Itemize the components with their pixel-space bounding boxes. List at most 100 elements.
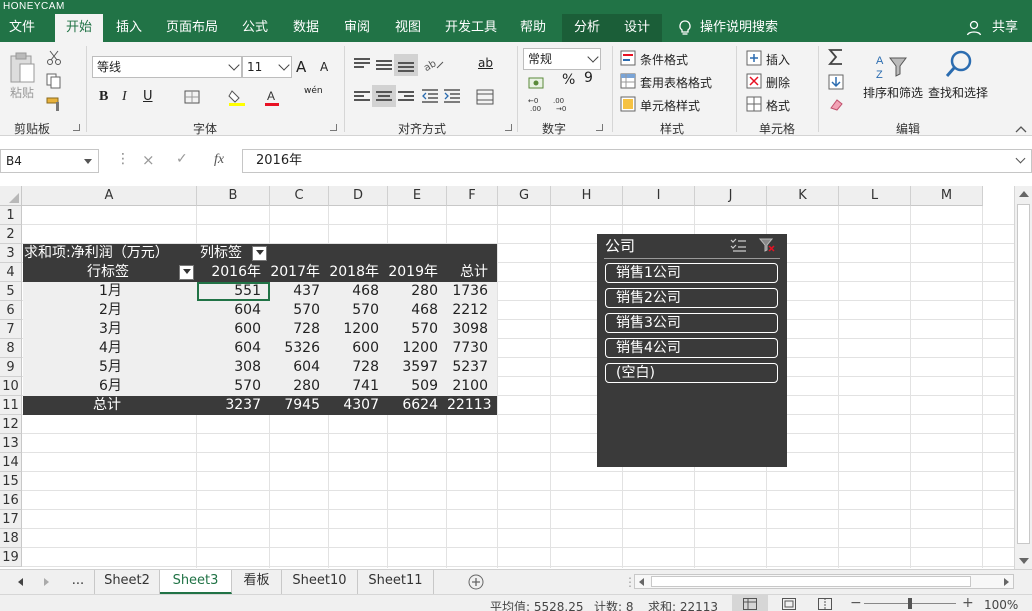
slicer-item[interactable]: 销售3公司 xyxy=(605,313,778,333)
sheet-tab-sheet10[interactable]: Sheet10 xyxy=(282,570,358,594)
pivot-value-cell[interactable]: 468 xyxy=(329,282,388,301)
row-header[interactable]: 10 xyxy=(0,377,22,396)
column-header[interactable]: F xyxy=(447,186,498,206)
number-format-combo[interactable]: 常规 xyxy=(523,48,601,70)
comma-button[interactable]: 9 xyxy=(584,70,593,86)
column-header[interactable]: H xyxy=(551,186,623,206)
phonetic-button[interactable]: wén xyxy=(304,86,323,96)
number-launcher-icon[interactable] xyxy=(596,124,603,131)
pivot-row-month[interactable]: 1月 xyxy=(23,282,197,301)
sheet-tab-kanban[interactable]: 看板 xyxy=(232,570,282,594)
column-header[interactable]: D xyxy=(329,186,388,206)
pivot-row-month[interactable]: 4月 xyxy=(23,339,197,358)
zoom-out-button[interactable]: − xyxy=(850,595,862,611)
row-header[interactable]: 17 xyxy=(0,510,22,529)
multi-select-icon[interactable] xyxy=(730,238,746,255)
scroll-left-icon[interactable] xyxy=(639,578,644,586)
row-header[interactable]: 9 xyxy=(0,358,22,377)
name-box-dropdown-icon[interactable] xyxy=(84,159,92,164)
clear-icon[interactable] xyxy=(828,96,844,115)
delete-cells-button[interactable]: 删除 xyxy=(766,74,790,91)
increase-decimal-icon[interactable]: ←0.00 xyxy=(528,96,546,115)
fill-icon[interactable] xyxy=(828,74,844,93)
row-header[interactable]: 8 xyxy=(0,339,22,358)
grow-font-button[interactable]: A xyxy=(296,58,306,76)
font-size-combo[interactable]: 11 xyxy=(242,56,292,78)
row-header[interactable]: 1 xyxy=(0,206,22,225)
percent-button[interactable]: % xyxy=(562,72,575,88)
pivot-row-month[interactable]: 3月 xyxy=(23,320,197,339)
cancel-icon[interactable]: × xyxy=(142,151,155,169)
column-header[interactable]: M xyxy=(911,186,983,206)
pivot-value-cell[interactable]: 600 xyxy=(329,339,388,358)
merge-center-icon[interactable] xyxy=(476,89,498,108)
pivot-year-header[interactable]: 2016年 xyxy=(197,263,270,282)
formula-input[interactable]: 2016年 xyxy=(242,149,1032,173)
pivot-value-cell[interactable]: 741 xyxy=(329,377,388,396)
pivot-value-cell[interactable]: 2212 xyxy=(447,301,497,320)
pivot-total-cell[interactable]: 3237 xyxy=(197,396,270,415)
increase-indent-icon[interactable] xyxy=(443,89,461,108)
zoom-in-button[interactable]: + xyxy=(962,595,974,611)
pivot-row-month[interactable]: 2月 xyxy=(23,301,197,320)
pivot-value-cell[interactable]: 1200 xyxy=(329,320,388,339)
pivot-year-header[interactable]: 2017年 xyxy=(270,263,329,282)
shrink-font-button[interactable]: A xyxy=(320,60,328,74)
row-header[interactable]: 6 xyxy=(0,301,22,320)
pivot-value-cell[interactable]: 1736 xyxy=(447,282,497,301)
tab-analyze[interactable]: 分析 xyxy=(562,14,612,42)
format-as-table-button[interactable]: 套用表格格式 xyxy=(640,74,712,91)
row-header[interactable]: 3 xyxy=(0,244,22,263)
row-header[interactable]: 16 xyxy=(0,491,22,510)
column-header[interactable]: E xyxy=(388,186,447,206)
pivot-value-cell[interactable]: 604 xyxy=(197,339,270,358)
accounting-format-icon[interactable] xyxy=(528,75,548,94)
row-header[interactable]: 4 xyxy=(0,263,22,282)
tab-review[interactable]: 审阅 xyxy=(336,14,378,42)
tab-design[interactable]: 设计 xyxy=(612,14,662,42)
slicer-item[interactable]: 销售4公司 xyxy=(605,338,778,358)
select-all-corner[interactable] xyxy=(0,186,22,206)
pivot-value-cell[interactable]: 570 xyxy=(329,301,388,320)
tab-formulas[interactable]: 公式 xyxy=(234,14,276,42)
cell-styles-button[interactable]: 单元格样式 xyxy=(640,97,700,114)
column-header[interactable]: L xyxy=(839,186,911,206)
pivot-value-cell[interactable]: 437 xyxy=(270,282,329,301)
sort-filter-button[interactable]: 排序和筛选 xyxy=(863,84,923,101)
tab-insert[interactable]: 插入 xyxy=(108,14,150,42)
pivot-total-cell[interactable]: 6624 xyxy=(388,396,447,415)
row-filter-button[interactable] xyxy=(179,265,194,280)
tab-home[interactable]: 开始 xyxy=(55,14,103,42)
row-header[interactable]: 7 xyxy=(0,320,22,339)
row-header[interactable]: 14 xyxy=(0,453,22,472)
column-header[interactable]: K xyxy=(767,186,839,206)
row-header[interactable]: 19 xyxy=(0,548,22,567)
tab-developer[interactable]: 开发工具 xyxy=(438,14,504,42)
column-header[interactable]: B xyxy=(197,186,270,206)
pivot-value-cell[interactable]: 2100 xyxy=(447,377,497,396)
sheet-tab-more[interactable]: ... xyxy=(62,570,94,594)
pivot-value-cell[interactable]: 551 xyxy=(197,282,270,301)
worksheet-grid[interactable]: ABCDEFGHIJKLM 1 2 3 4 5 6 7 8 9 10 11 12 13 14 15 16 17 1… xyxy=(0,186,1032,569)
font-color-icon[interactable]: A xyxy=(264,88,280,109)
slicer-company[interactable]: 公司 销售1公司 销售2公司 销售3公司 销售4公司 (空白) xyxy=(597,234,787,467)
pivot-value-cell[interactable]: 600 xyxy=(197,320,270,339)
copy-icon[interactable] xyxy=(46,73,64,92)
row-header[interactable]: 2 xyxy=(0,225,22,244)
vertical-scrollbar[interactable] xyxy=(1014,186,1032,569)
page-break-view-icon[interactable] xyxy=(818,598,832,611)
vertical-scroll-thumb[interactable] xyxy=(1017,204,1030,544)
row-header[interactable]: 11 xyxy=(0,396,22,415)
pivot-year-header[interactable]: 总计 xyxy=(447,263,497,282)
pivot-value-cell[interactable]: 5326 xyxy=(270,339,329,358)
pivot-value-cell[interactable]: 308 xyxy=(197,358,270,377)
scroll-down-icon[interactable] xyxy=(1019,558,1029,564)
pivot-value-cell[interactable]: 570 xyxy=(197,377,270,396)
decrease-indent-icon[interactable] xyxy=(421,89,439,108)
slicer-item[interactable]: (空白) xyxy=(605,363,778,383)
pivot-row-month[interactable]: 5月 xyxy=(23,358,197,377)
column-header[interactable]: C xyxy=(270,186,329,206)
tell-me-search[interactable]: 操作说明搜索 xyxy=(700,14,784,42)
pivot-value-cell[interactable]: 3597 xyxy=(388,358,447,377)
align-left-icon[interactable] xyxy=(354,91,370,105)
